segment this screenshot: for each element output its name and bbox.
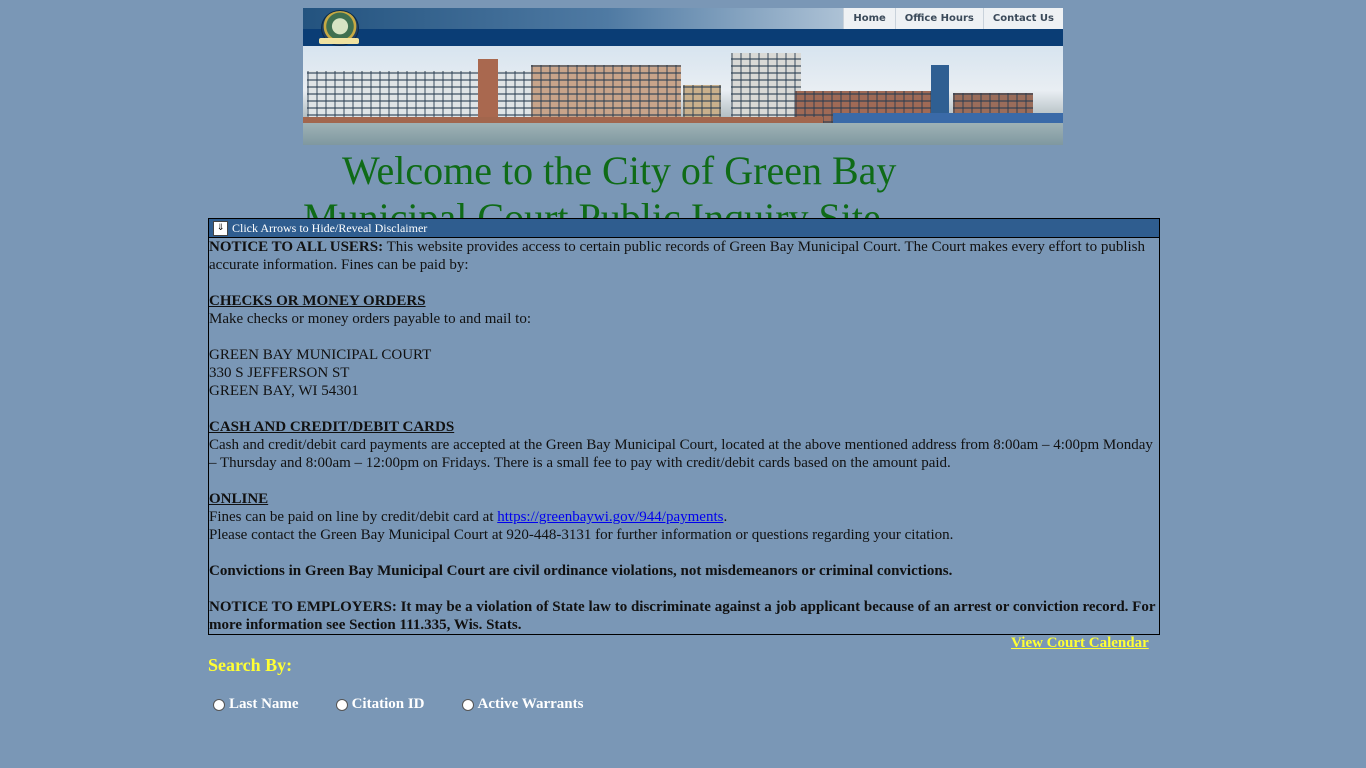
seal-ribbon xyxy=(319,38,359,44)
nav-contact-us-link[interactable]: Contact Us xyxy=(982,8,1063,29)
radio-button-icon[interactable] xyxy=(461,698,474,711)
nav-band xyxy=(303,29,1063,46)
online-after: . xyxy=(723,509,728,525)
radio-button-icon[interactable] xyxy=(335,698,348,711)
online-paragraph: Fines can be paid on line by credit/debi… xyxy=(209,508,1159,526)
search-by-label: Search By: xyxy=(208,655,293,675)
radio-last-name-label: Last Name xyxy=(229,696,299,712)
chevron-double-down-icon[interactable]: ⇓ xyxy=(213,220,228,236)
view-court-calendar-link[interactable]: View Court Calendar xyxy=(1011,635,1149,652)
header-banner: Home Office Hours Contact Us xyxy=(303,8,1063,145)
address-line-2: 330 S JEFFERSON ST xyxy=(209,365,350,381)
radio-button-icon[interactable] xyxy=(213,698,225,711)
disclaimer-toggle-label: Click Arrows to Hide/Reveal Disclaimer xyxy=(232,221,428,235)
notice-label: NOTICE TO ALL USERS: xyxy=(209,239,384,255)
disclaimer-body: NOTICE TO ALL USERS: This website provid… xyxy=(209,238,1159,634)
checks-text: Make checks or money orders payable to a… xyxy=(209,311,531,327)
radio-citation-id-label: Citation ID xyxy=(351,696,425,712)
online-heading: ONLINE xyxy=(209,491,269,507)
city-skyline-photo xyxy=(303,46,1063,145)
checks-heading: CHECKS OR MONEY ORDERS xyxy=(209,293,426,309)
address-line-3: GREEN BAY, WI 54301 xyxy=(209,383,359,399)
radio-last-name[interactable]: Last Name xyxy=(213,696,299,713)
disclaimer-panel: ⇓ Click Arrows to Hide/Reveal Disclaimer… xyxy=(208,218,1160,635)
cash-text: Cash and credit/debit card payments are … xyxy=(209,437,1153,471)
notice-paragraph: NOTICE TO ALL USERS: This website provid… xyxy=(209,238,1159,274)
disclaimer-header: ⇓ Click Arrows to Hide/Reveal Disclaimer xyxy=(209,219,1159,238)
radio-citation-id[interactable]: Citation ID xyxy=(335,696,425,713)
search-options: Last Name Citation ID Active Warrants xyxy=(213,696,620,713)
contact-text: Please contact the Green Bay Municipal C… xyxy=(209,527,954,543)
online-text: Fines can be paid on line by credit/debi… xyxy=(209,509,498,525)
employers-notice: NOTICE TO EMPLOYERS: It may be a violati… xyxy=(209,599,1156,633)
cash-heading: CASH AND CREDIT/DEBIT CARDS xyxy=(209,419,455,435)
top-nav: Home Office Hours Contact Us xyxy=(843,8,1063,29)
radio-active-warrants-label: Active Warrants xyxy=(477,696,584,712)
welcome-line-1: Welcome to the City of Green Bay xyxy=(342,148,897,193)
nav-home-link[interactable]: Home xyxy=(843,8,894,29)
radio-active-warrants[interactable]: Active Warrants xyxy=(461,696,584,713)
convictions-text: Convictions in Green Bay Municipal Court… xyxy=(209,563,953,579)
payments-link[interactable]: https://greenbaywi.gov/944/payments xyxy=(497,509,723,525)
nav-office-hours-link[interactable]: Office Hours xyxy=(894,8,983,29)
address-line-1: GREEN BAY MUNICIPAL COURT xyxy=(209,347,432,363)
